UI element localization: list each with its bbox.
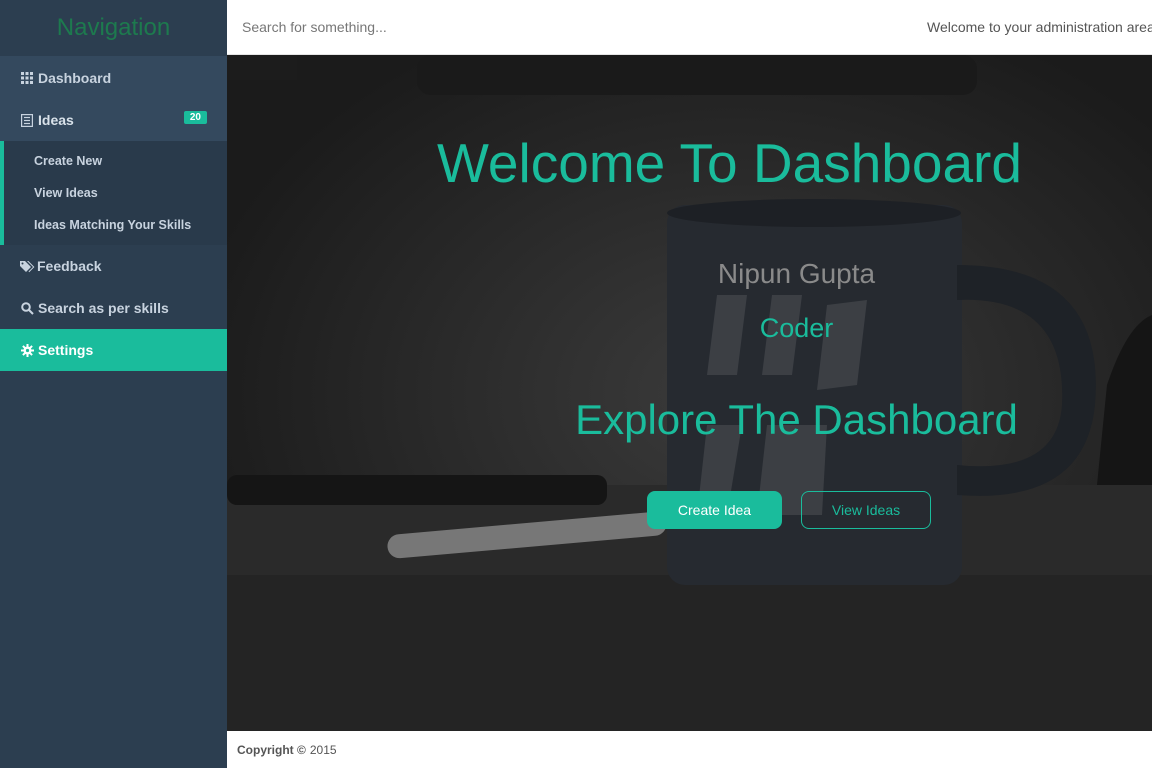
tags-icon xyxy=(20,259,36,273)
view-ideas-button[interactable]: View Ideas xyxy=(801,491,931,529)
user-role: Coder xyxy=(759,313,834,343)
gear-icon xyxy=(20,343,34,357)
sidebar-item-label: Search as per skills xyxy=(38,300,169,316)
sidebar-item-label: Settings xyxy=(38,342,94,358)
explore-heading: Explore The Dashboard xyxy=(575,396,1018,443)
user-name: Nipun Gupta xyxy=(717,258,876,289)
welcome-message: Welcome to your administration area xyxy=(927,19,1152,35)
ideas-count-badge: 20 xyxy=(183,111,207,124)
search-icon xyxy=(20,301,34,315)
sidebar: Navigation Dashboard Ideas 20 Create New… xyxy=(0,0,227,768)
sidebar-item-ideas[interactable]: Ideas 20 xyxy=(0,99,227,141)
sidebar-item-label: Ideas xyxy=(38,112,74,128)
submenu-ideas-matching-skills[interactable]: Ideas Matching Your Skills xyxy=(4,209,227,241)
copyright-year: 2015 xyxy=(309,742,337,757)
sidebar-item-dashboard[interactable]: Dashboard xyxy=(0,57,227,99)
hero-banner: Welcome To Dashboard Nipun Gupta Coder E… xyxy=(227,55,1152,731)
search-input[interactable] xyxy=(227,0,627,54)
top-bar: Welcome to your administration area xyxy=(227,0,1152,55)
submenu-create-new[interactable]: Create New xyxy=(4,145,227,177)
ideas-submenu: Create New View Ideas Ideas Matching You… xyxy=(0,141,227,245)
sidebar-item-label: Dashboard xyxy=(38,70,112,86)
sidebar-item-settings[interactable]: Settings xyxy=(0,329,227,371)
sidebar-item-label: Feedback xyxy=(37,258,102,274)
footer: Copyright © 2015 xyxy=(227,731,1152,768)
copyright-label: Copyright © xyxy=(237,742,306,757)
hero-title: Welcome To Dashboard xyxy=(437,132,1022,194)
create-idea-button[interactable]: Create Idea xyxy=(647,491,782,529)
grid-icon xyxy=(20,71,34,85)
sidebar-item-search-skills[interactable]: Search as per skills xyxy=(0,287,227,329)
sidebar-item-feedback[interactable]: Feedback xyxy=(0,245,227,287)
sidebar-title: Navigation xyxy=(0,0,227,57)
submenu-view-ideas[interactable]: View Ideas xyxy=(4,177,227,209)
list-icon xyxy=(20,113,34,127)
